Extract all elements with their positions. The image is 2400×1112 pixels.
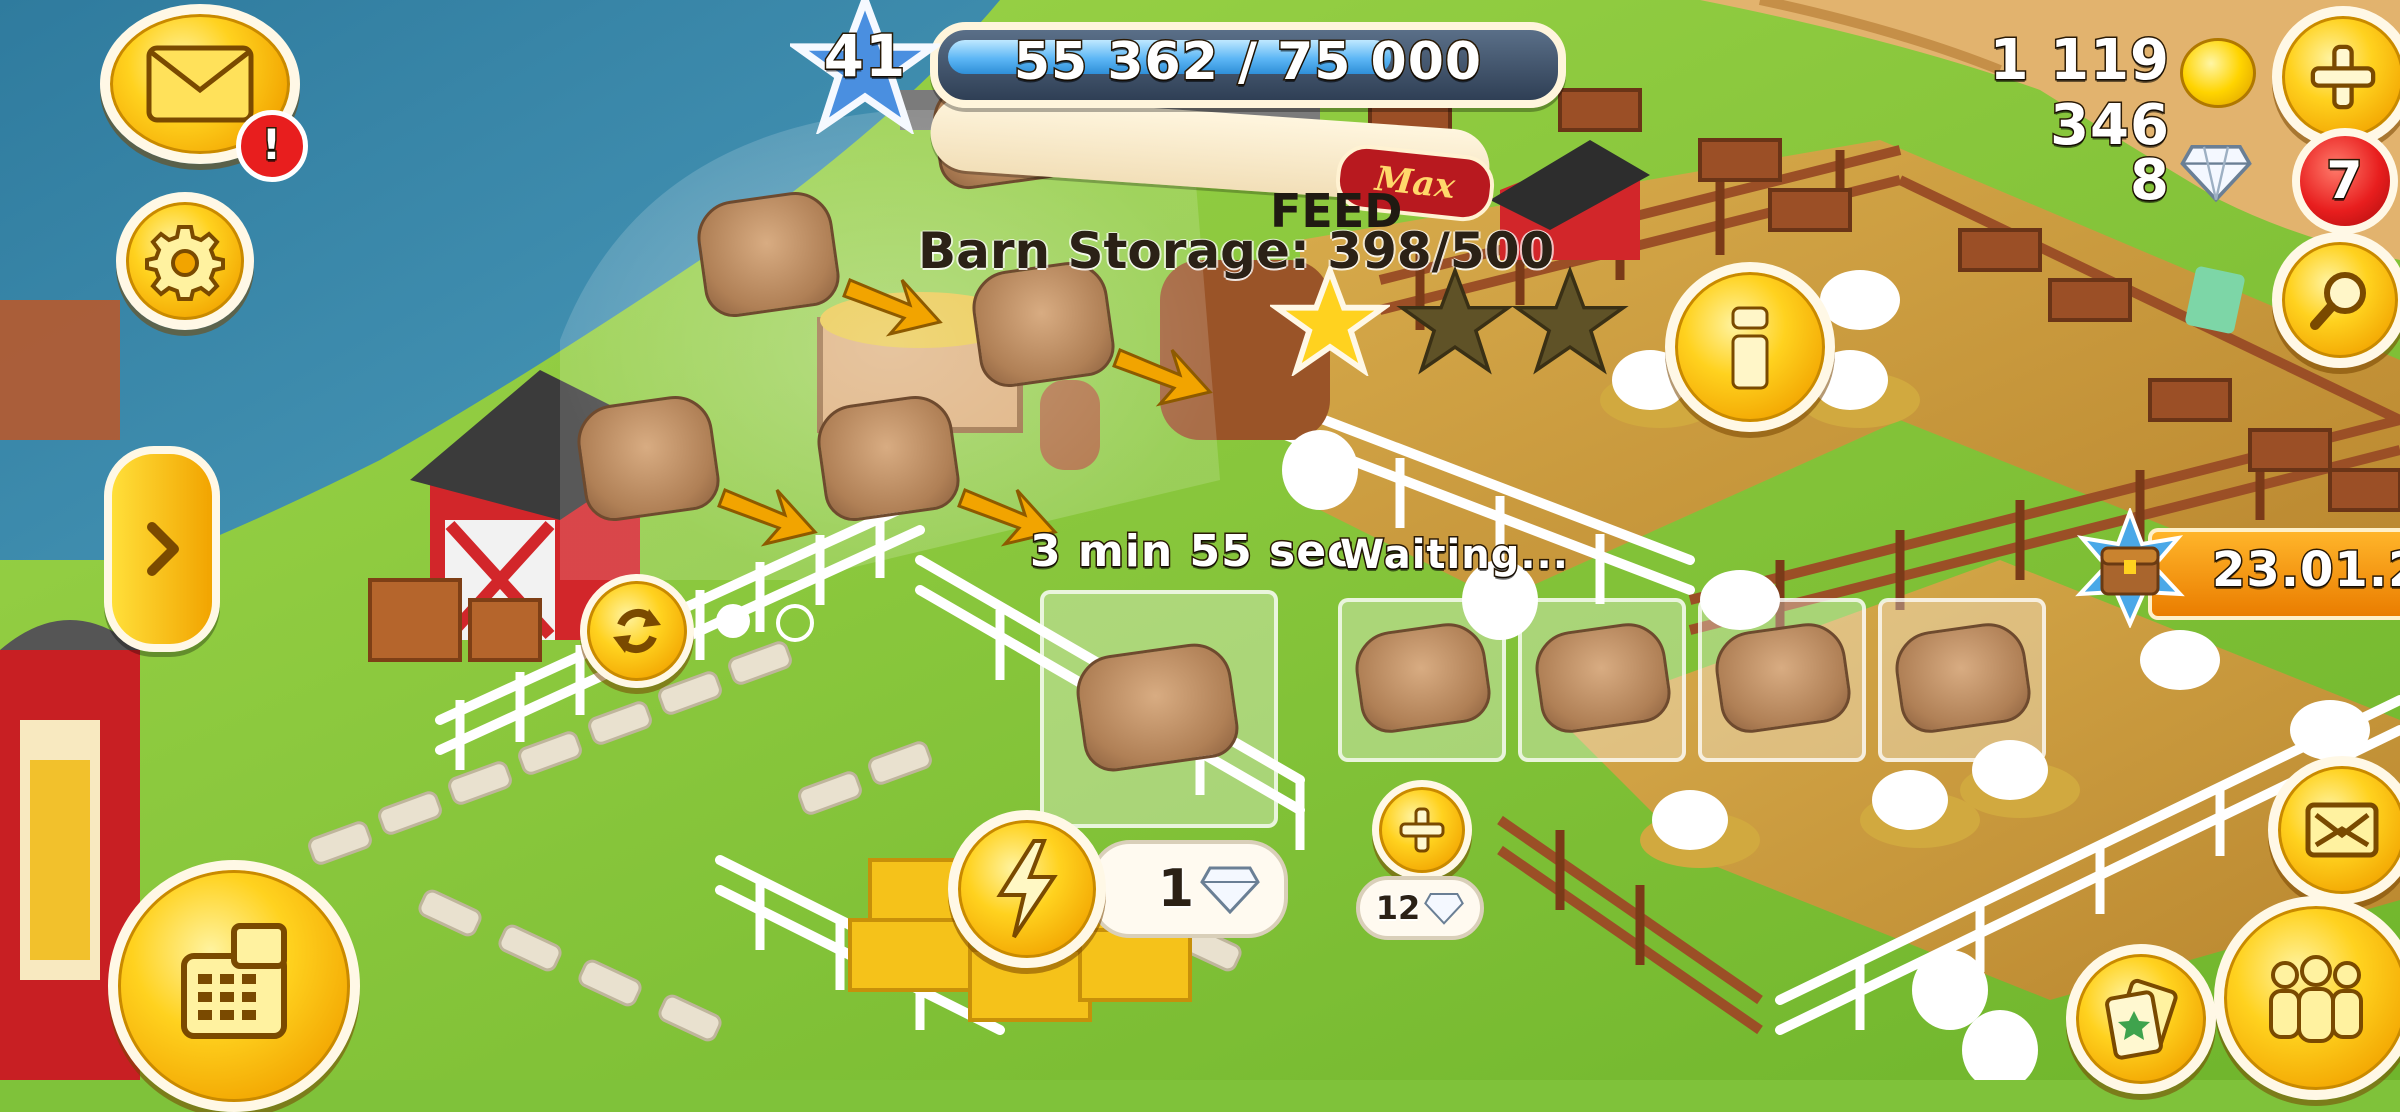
gear-icon — [145, 225, 225, 301]
level-number: 41 — [822, 21, 907, 92]
settings-button[interactable] — [116, 192, 254, 330]
magnifier-icon — [2310, 272, 2366, 330]
page-dot — [776, 604, 814, 642]
add-slot-button[interactable] — [1372, 780, 1472, 880]
queue-slot[interactable] — [1878, 598, 2046, 762]
star-empty-icon — [1511, 266, 1629, 375]
recipe-arrow-icon — [1112, 348, 1213, 407]
expand-arrows-icon — [2305, 802, 2379, 858]
page-dot-active — [716, 604, 750, 638]
level-badge[interactable]: 41 — [790, 0, 940, 134]
diamond-offers-badge[interactable]: 7 — [2292, 128, 2398, 234]
skip-cost-pill[interactable]: 1 — [1090, 840, 1288, 938]
add-slot-cost: 12 — [1375, 889, 1421, 927]
treasure-chest-icon — [2075, 508, 2185, 628]
queue-slot[interactable] — [1698, 598, 1866, 762]
search-button[interactable] — [2272, 232, 2400, 368]
chicken-feed-sack — [1530, 618, 1675, 737]
goat-feed-sack[interactable] — [572, 391, 724, 525]
decorations-button[interactable] — [2066, 944, 2216, 1094]
queue-waiting-label: Waiting... — [1339, 531, 1570, 580]
friends-icon — [2269, 955, 2363, 1043]
info-icon — [1731, 306, 1769, 390]
diamond-icon — [2180, 145, 2252, 203]
chicken-feed-sack — [1350, 618, 1495, 737]
sheep-feed-sack[interactable] — [692, 187, 844, 321]
queue-slot[interactable] — [1518, 598, 1686, 762]
xp-progress-text: 55 362 / 75 000 — [1012, 31, 1483, 94]
refresh-icon — [613, 608, 661, 654]
xp-progress-bar: 55 362 / 75 000 — [930, 22, 1566, 108]
diamond-icon — [1200, 866, 1260, 914]
star-empty-icon — [1396, 266, 1514, 375]
active-production-slot[interactable] — [1040, 590, 1278, 828]
coins-amount: 1 119 346 — [1988, 27, 2170, 160]
event-date: 23.01.25 — [2211, 541, 2400, 600]
cash-register-icon — [181, 923, 287, 1039]
diamond-icon — [1424, 893, 1465, 925]
plus-icon — [1399, 807, 1445, 853]
rotate-recipes-button[interactable] — [580, 574, 694, 688]
roadside-shop-button[interactable] — [108, 860, 360, 1112]
queue-slot[interactable] — [1338, 598, 1506, 762]
cow-feed-sack[interactable] — [812, 391, 964, 525]
mail-alert-badge: ! — [236, 110, 308, 182]
production-timer: 3 min 55 sec — [1028, 525, 1355, 579]
diamonds-amount: 8 — [2129, 147, 2171, 215]
star-filled-icon — [1270, 266, 1390, 376]
chevron-right-icon — [147, 522, 179, 576]
cards-icon — [2105, 978, 2178, 1060]
chicken-feed-sack — [1071, 638, 1243, 776]
envelope-icon — [146, 45, 254, 123]
chicken-feed-sack — [1890, 618, 2035, 737]
skip-cost: 1 — [1157, 859, 1195, 919]
side-panel-toggle-button[interactable] — [104, 446, 220, 652]
coin-icon — [2180, 38, 2256, 108]
info-button[interactable] — [1665, 262, 1835, 432]
add-slot-cost-pill: 12 — [1356, 876, 1484, 940]
plus-icon — [2310, 44, 2376, 110]
lightning-icon — [996, 839, 1058, 939]
recipe-arrow-icon — [717, 488, 818, 547]
chicken-feed-sack — [1710, 618, 1855, 737]
skip-production-button[interactable] — [948, 810, 1106, 968]
